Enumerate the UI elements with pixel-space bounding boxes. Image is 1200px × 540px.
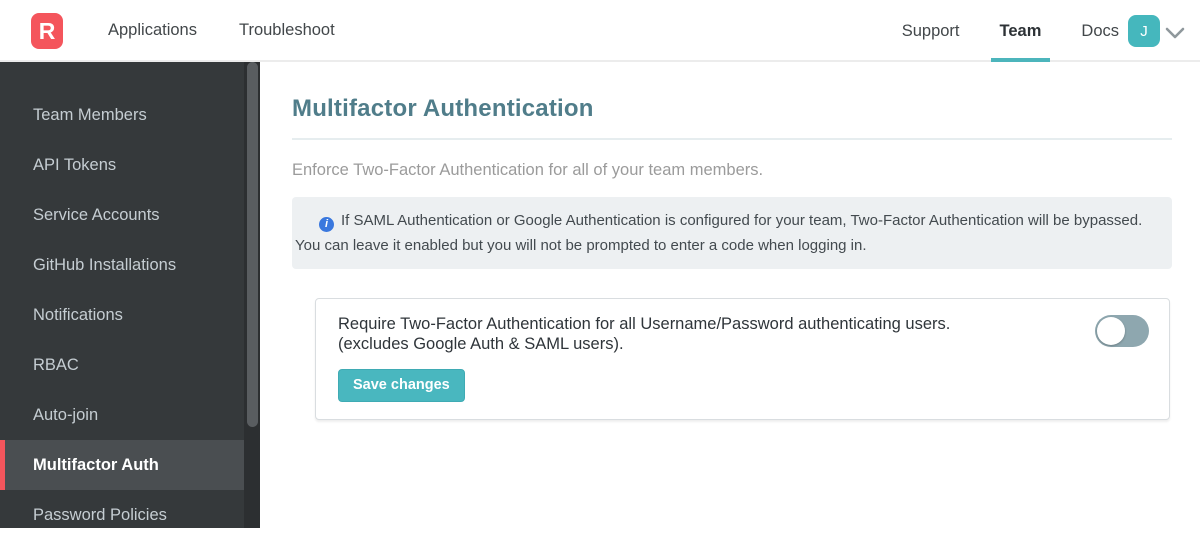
save-changes-button[interactable]: Save changes [338,369,465,402]
nav-link-team[interactable]: Team [990,0,1051,62]
toggle-knob-icon [1097,317,1125,345]
sidebar-item-api-tokens[interactable]: API Tokens [0,140,260,190]
sidebar-scrollbar-track[interactable] [244,62,260,528]
nav-link-docs[interactable]: Docs [1072,0,1128,62]
page-subtitle: Enforce Two-Factor Authentication for al… [292,161,764,179]
page-title: Multifactor Authentication [292,95,594,122]
two-factor-toggle[interactable] [1095,315,1149,347]
navbar-right-links: Support Team Docs [893,0,1128,62]
info-icon: i [319,217,334,232]
sidebar-item-password-policies[interactable]: Password Policies [0,490,260,540]
sidebar-scrollbar-thumb[interactable] [247,62,258,427]
settings-sidebar: Team Members API Tokens Service Accounts… [0,62,260,528]
sidebar-item-team-members[interactable]: Team Members [0,90,260,140]
saml-bypass-info-alert: i If SAML Authentication or Google Authen… [292,197,1172,269]
nav-link-applications[interactable]: Applications [108,21,197,40]
top-navbar: R Applications Troubleshoot Support Team… [0,0,1200,62]
navbar-left-links: Applications Troubleshoot [108,0,335,60]
user-avatar[interactable]: J [1128,15,1160,47]
chevron-down-icon[interactable] [1165,26,1185,44]
setting-label-line1: Require Two-Factor Authentication for al… [338,315,951,333]
two-factor-setting-card: Require Two-Factor Authentication for al… [315,298,1170,420]
sidebar-item-auto-join[interactable]: Auto-join [0,390,260,440]
sidebar-item-rbac[interactable]: RBAC [0,340,260,390]
sidebar-item-notifications[interactable]: Notifications [0,290,260,340]
nav-link-support[interactable]: Support [893,0,969,62]
rollbar-logo-icon[interactable]: R [31,13,63,49]
sidebar-item-github-installations[interactable]: GitHub Installations [0,240,260,290]
alert-text: If SAML Authentication or Google Authent… [295,212,1143,254]
main-content: Multifactor Authentication Enforce Two-F… [260,62,1200,528]
setting-label: Require Two-Factor Authentication for al… [338,314,950,354]
sidebar-item-multifactor-auth[interactable]: Multifactor Auth [0,440,260,490]
nav-link-troubleshoot[interactable]: Troubleshoot [239,21,335,40]
sidebar-item-service-accounts[interactable]: Service Accounts [0,190,260,240]
title-divider [292,138,1172,140]
setting-label-line2: (excludes Google Auth & SAML users). [338,335,624,353]
